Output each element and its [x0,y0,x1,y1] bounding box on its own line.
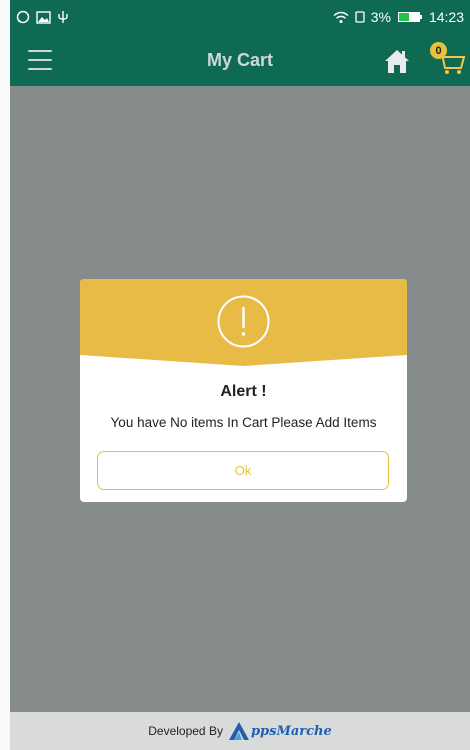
cart-button[interactable]: 0 [430,42,466,78]
alert-dialog: Alert ! You have No items In Cart Please… [80,279,407,502]
menu-icon[interactable] [28,50,52,70]
phone-screen: 3% 14:23 My Cart 0 Developed By ppsMarch… [10,0,470,750]
status-left-icons [16,10,69,24]
app-bar: My Cart 0 [10,34,470,86]
ok-button[interactable]: Ok [97,451,389,490]
appsmarche-logo-icon [228,722,249,740]
appsmarche-logo: ppsMarche [227,721,332,741]
brand-name: ppsMarche [250,723,332,739]
footer: Developed By ppsMarche [10,712,470,750]
battery-icon [397,12,422,22]
dialog-title: Alert ! [220,383,267,400]
whatsapp-icon [16,10,30,24]
developed-by-label: Developed By [148,724,223,738]
status-time: 14:23 [428,9,464,25]
gallery-icon [36,10,51,24]
status-bar: 3% 14:23 [10,0,470,34]
exclamation-circle-icon [217,295,270,348]
sim-icon [355,11,365,23]
usb-icon [58,11,68,23]
status-right-icons: 3% 14:23 [333,9,464,25]
home-icon[interactable] [382,47,412,75]
wifi-icon [333,11,349,23]
dialog-message: You have No items In Cart Please Add Ite… [110,415,377,430]
battery-percent: 3% [370,9,391,25]
cart-count-badge: 0 [430,42,447,59]
